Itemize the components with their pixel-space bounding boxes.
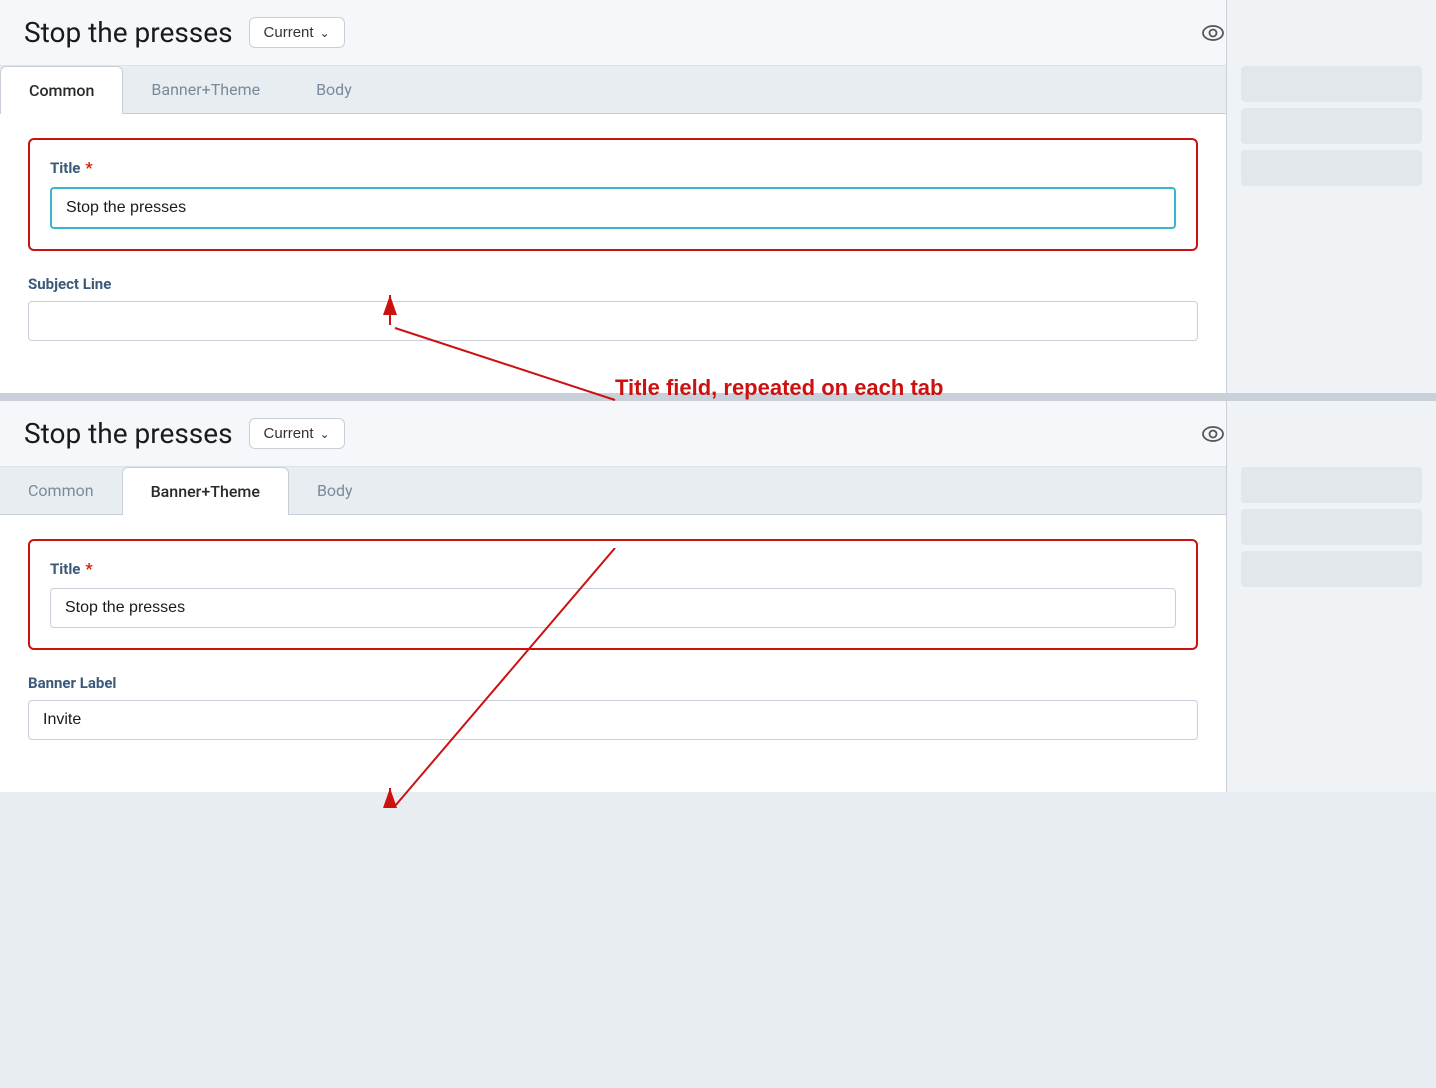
subject-line-input-1[interactable] bbox=[28, 301, 1198, 341]
panel-1: Stop the presses Current ⌄ Live Preview … bbox=[0, 0, 1436, 393]
panel-1-title: Stop the presses bbox=[24, 16, 233, 49]
tab-banner-theme-2[interactable]: Banner+Theme bbox=[122, 467, 289, 515]
sidebar-stub-2c bbox=[1241, 551, 1422, 587]
sidebar-stub-1b bbox=[1241, 108, 1422, 144]
title-field-label-2: Title * bbox=[50, 559, 1176, 578]
tab-banner-theme-1[interactable]: Banner+Theme bbox=[123, 66, 288, 113]
tab-common-1[interactable]: Common bbox=[0, 66, 123, 114]
subject-line-label-1: Subject Line bbox=[28, 275, 1198, 293]
right-sidebar-2 bbox=[1226, 401, 1436, 792]
chevron-down-icon-1: ⌄ bbox=[320, 26, 330, 40]
banner-label-label: Banner Label bbox=[28, 674, 1198, 692]
title-required-1: * bbox=[85, 158, 92, 177]
panel-2: Stop the presses Current ⌄ Live Preview … bbox=[0, 401, 1436, 792]
subject-line-field-group-1: Subject Line bbox=[28, 275, 1198, 341]
panel-1-content: Title * Subject Line bbox=[0, 114, 1226, 393]
banner-label-input[interactable] bbox=[28, 700, 1198, 740]
title-input-2[interactable] bbox=[50, 588, 1176, 628]
sidebar-stub-2a bbox=[1241, 467, 1422, 503]
panel-2-header: Stop the presses Current ⌄ Live Preview … bbox=[0, 401, 1436, 467]
version-dropdown-2[interactable]: Current ⌄ bbox=[249, 418, 345, 449]
title-field-group-1: Title * bbox=[28, 138, 1198, 251]
eye-icon-1 bbox=[1202, 25, 1224, 41]
panel-2-title: Stop the presses bbox=[24, 417, 233, 450]
title-field-label-1: Title * bbox=[50, 158, 1176, 177]
sidebar-stub-1a bbox=[1241, 66, 1422, 102]
panel-1-tabs: Common Banner+Theme Body bbox=[0, 66, 1436, 114]
sidebar-stub-1c bbox=[1241, 150, 1422, 186]
sidebar-stub-2b bbox=[1241, 509, 1422, 545]
eye-icon-2 bbox=[1202, 426, 1224, 442]
panel-1-header: Stop the presses Current ⌄ Live Preview … bbox=[0, 0, 1436, 66]
tab-common-2[interactable]: Common bbox=[0, 467, 122, 514]
version-dropdown-1[interactable]: Current ⌄ bbox=[249, 17, 345, 48]
version-label-2: Current bbox=[264, 425, 314, 442]
title-required-2: * bbox=[85, 559, 92, 578]
title-field-group-2: Title * bbox=[28, 539, 1198, 650]
tab-body-1[interactable]: Body bbox=[288, 66, 380, 113]
panel-2-tabs: Common Banner+Theme Body bbox=[0, 467, 1436, 515]
banner-label-field-group: Banner Label bbox=[28, 674, 1198, 740]
version-label-1: Current bbox=[264, 24, 314, 41]
right-sidebar-1 bbox=[1226, 0, 1436, 393]
title-input-1[interactable] bbox=[50, 187, 1176, 229]
panel-divider bbox=[0, 393, 1436, 401]
chevron-down-icon-2: ⌄ bbox=[320, 427, 330, 441]
tab-body-2[interactable]: Body bbox=[289, 467, 381, 514]
panel-2-content: Title * Banner Label bbox=[0, 515, 1226, 792]
